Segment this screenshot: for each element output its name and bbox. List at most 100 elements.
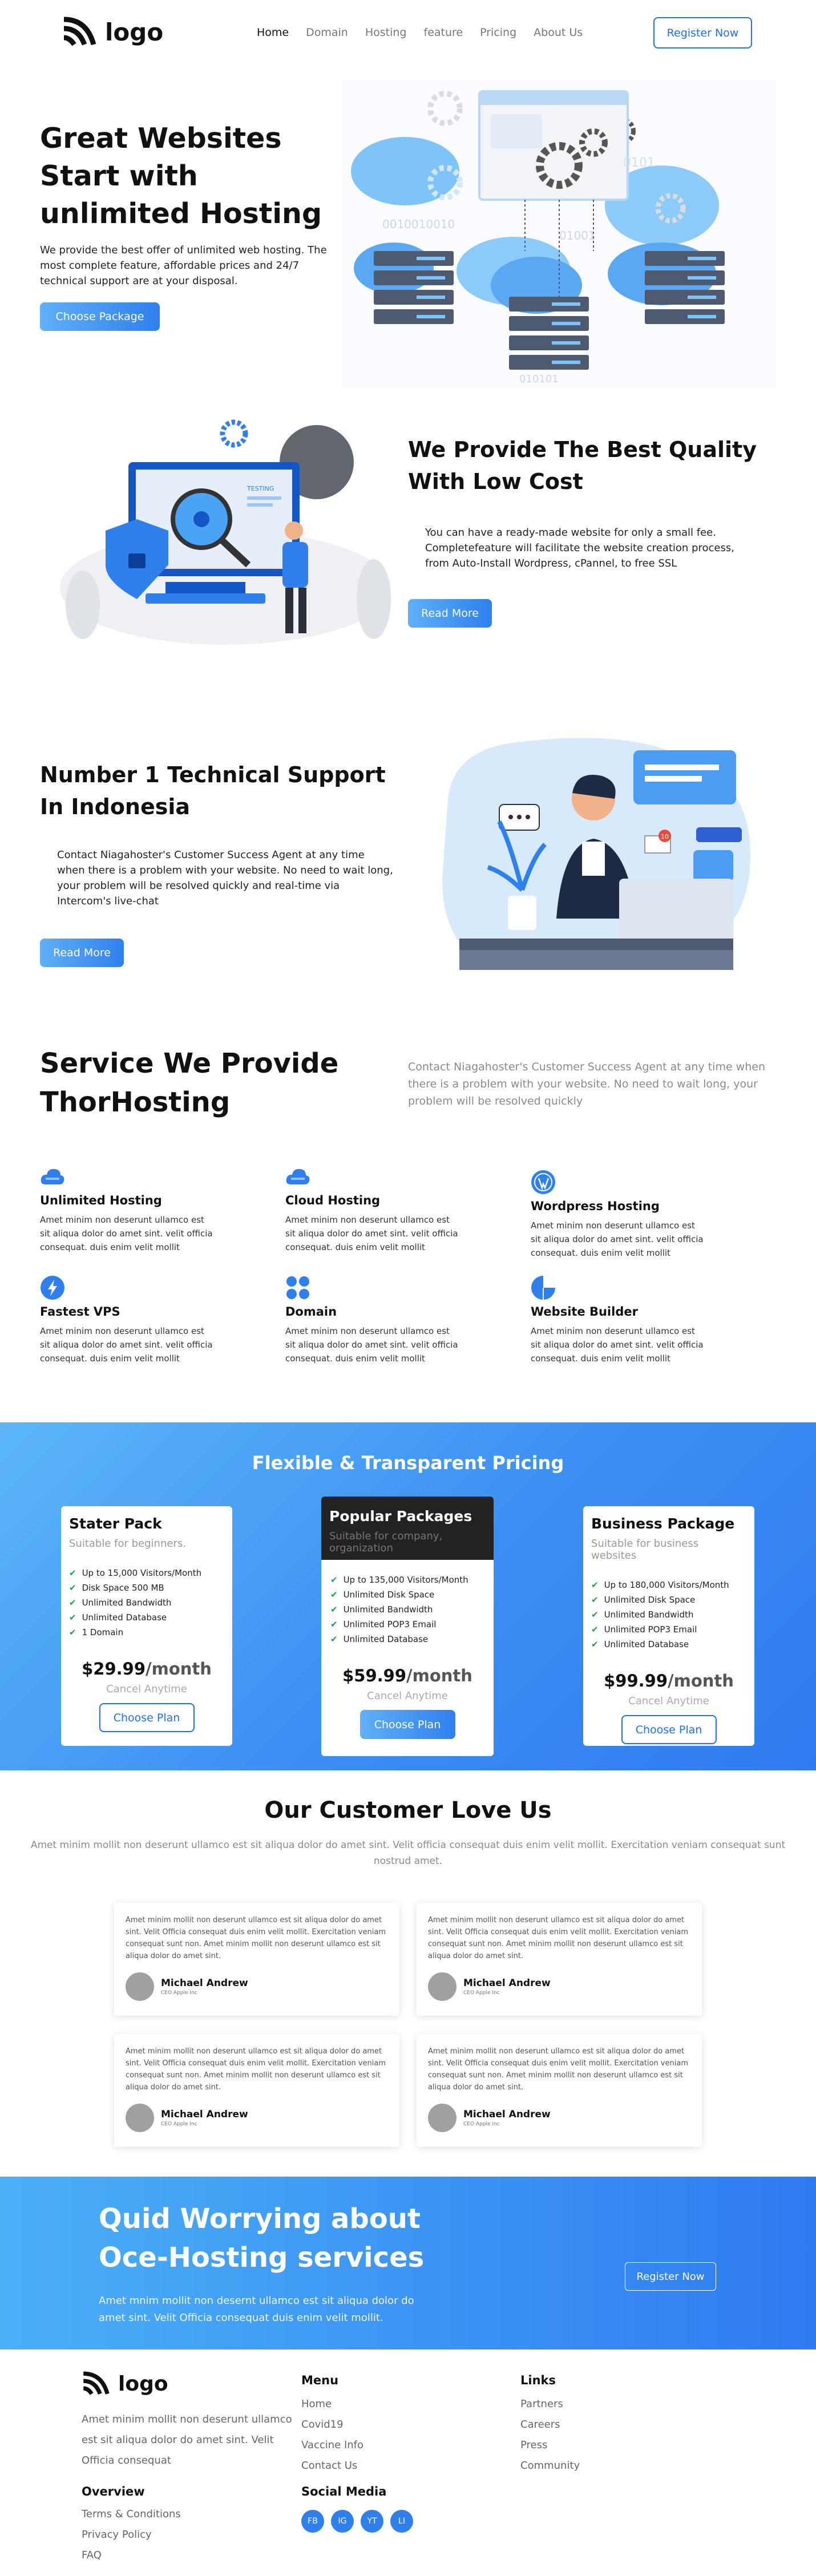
register-button[interactable]: Register Now [653, 17, 752, 48]
binary-text: 010101 [519, 373, 559, 385]
plan-subtitle: Suitable for beginners. [69, 1538, 186, 1550]
user-name: Michael Andrew [463, 2109, 551, 2120]
nav-link-home[interactable]: Home [257, 26, 289, 39]
service-title: Fastest VPS [40, 1305, 120, 1319]
feature-item: ✔ Up to 15,000 Visitors/Month [69, 1566, 224, 1580]
logo-icon [83, 2371, 110, 2395]
pricing-title: Flexible & Transparent Pricing [252, 1452, 564, 1474]
check-icon: ✔ [591, 1610, 599, 1620]
quality-read-more-button[interactable]: Read More [408, 599, 492, 628]
linkedin-icon[interactable]: LI [390, 2510, 413, 2533]
check-icon: ✔ [591, 1639, 599, 1649]
check-icon: ✔ [330, 1634, 338, 1644]
grid-icon [285, 1275, 310, 1300]
user-role: CEO Apple Inc [161, 1990, 197, 1996]
footer-link-covid[interactable]: Covid19 [301, 2415, 363, 2435]
check-icon: ✔ [330, 1575, 338, 1585]
feature-item: ✔ Unlimited Bandwidth [591, 1607, 746, 1622]
footer-social: Social Media FB IG YT LI [301, 2485, 413, 2533]
check-icon: ✔ [69, 1568, 76, 1578]
avatar [126, 2104, 154, 2132]
plan-name: Business Package [591, 1515, 735, 1532]
feature-item: ✔ Unlimited Disk Space [591, 1592, 746, 1607]
check-icon: ✔ [330, 1590, 338, 1600]
feature-item: ✔ Unlimited Bandwidth [330, 1602, 484, 1617]
footer-link-vaccine[interactable]: Vaccine Info [301, 2435, 363, 2456]
page: logo Home Domain Hosting feature Pricing… [0, 0, 816, 2576]
avatar [126, 1972, 154, 2001]
service-card-domain[interactable]: Domain Amet minim non deserunt ullamco e… [285, 1275, 462, 1365]
service-title: Wordpress Hosting [531, 1199, 660, 1213]
footer-logo[interactable]: logo [82, 2371, 298, 2397]
plan-header: Popular Packages Suitable for company, o… [321, 1497, 494, 1560]
footer-link-community[interactable]: Community [520, 2456, 580, 2476]
footer-overview: Overview Terms & Conditions Privacy Poli… [82, 2485, 181, 2566]
plan-cancel-note: Cancel Anytime [106, 1683, 187, 1695]
cta-register-button[interactable]: Register Now [625, 2262, 716, 2291]
instagram-icon[interactable]: IG [331, 2510, 354, 2533]
footer-link-privacy[interactable]: Privacy Policy [82, 2525, 181, 2545]
nav-link-about[interactable]: About Us [534, 26, 583, 39]
binary-text: 0010010010 [382, 217, 455, 231]
nav-links: Home Domain Hosting feature Pricing Abou… [257, 26, 583, 39]
logo-text: logo [105, 18, 164, 46]
plan-subtitle: Suitable for company, organization [329, 1530, 443, 1554]
check-icon: ✔ [69, 1598, 76, 1608]
footer-overview-title: Overview [82, 2485, 145, 2498]
footer-social-title: Social Media [301, 2485, 387, 2498]
nav-link-domain[interactable]: Domain [306, 26, 348, 39]
service-title: Cloud Hosting [285, 1194, 381, 1207]
footer-link-home[interactable]: Home [301, 2394, 363, 2415]
testimonial-text: Amet minim mollit non deserunt ullamco e… [126, 2047, 386, 2092]
service-desc: Amet minim non deserunt ullamco est sit … [531, 1326, 704, 1364]
binary-text: 01001 [559, 229, 596, 242]
testing-illustration: TESTING [60, 419, 391, 645]
feature-item: ✔ Unlimited Database [330, 1632, 484, 1647]
support-read-more-button[interactable]: Read More [40, 939, 124, 967]
youtube-icon[interactable]: YT [361, 2510, 383, 2533]
cloud-icon [285, 1164, 310, 1189]
footer-link-contact[interactable]: Contact Us [301, 2456, 363, 2476]
feature-item: ✔ Unlimited Database [591, 1637, 746, 1652]
lightning-icon [40, 1275, 65, 1300]
service-desc: Amet minim non deserunt ullamco est sit … [285, 1215, 458, 1252]
nav-link-feature[interactable]: feature [424, 26, 463, 39]
footer-link-terms[interactable]: Terms & Conditions [82, 2504, 181, 2525]
service-card-wordpress-hosting[interactable]: Wordpress Hosting Amet minim non deserun… [531, 1170, 708, 1260]
service-card-cloud-hosting[interactable]: Cloud Hosting Amet minim non deserunt ul… [285, 1164, 462, 1254]
plan-card-popular: Popular Packages Suitable for company, o… [321, 1497, 494, 1756]
footer-link-faq[interactable]: FAQ [82, 2545, 181, 2566]
service-card-website-builder[interactable]: Website Builder Amet minim non deserunt … [531, 1275, 708, 1365]
testimonial-user: Michael Andrew CEO Apple Inc [428, 1972, 690, 2001]
choose-package-button[interactable]: Choose Package [40, 302, 160, 331]
cta-title: Quid Worrying about Oce-Hosting services [99, 2203, 425, 2274]
logo[interactable]: logo [62, 16, 163, 48]
footer-link-press[interactable]: Press [520, 2435, 580, 2456]
check-icon: ✔ [69, 1583, 76, 1593]
footer-link-careers[interactable]: Careers [520, 2415, 580, 2435]
choose-plan-button[interactable]: Choose Plan [99, 1703, 195, 1732]
plan-price: $99.99/month [604, 1671, 734, 1691]
plan-features: ✔ Up to 180,000 Visitors/Month ✔ Unlimited… [591, 1578, 746, 1652]
notification-badge: 10 [661, 833, 669, 840]
facebook-icon[interactable]: FB [301, 2510, 324, 2533]
hero-servers-illustration: 0101 0010010010 01001 010101 [342, 80, 776, 388]
nav-link-pricing[interactable]: Pricing [480, 26, 516, 39]
user-name: Michael Andrew [161, 1978, 248, 1989]
nav-link-hosting[interactable]: Hosting [365, 26, 407, 39]
service-card-fastest-vps[interactable]: Fastest VPS Amet minim non deserunt ulla… [40, 1275, 217, 1365]
choose-plan-button[interactable]: Choose Plan [359, 1710, 455, 1739]
top-nav: logo Home Domain Hosting feature Pricing… [0, 0, 816, 66]
testing-label: TESTING [247, 485, 274, 492]
check-icon: ✔ [330, 1619, 338, 1629]
avatar [428, 2104, 457, 2132]
footer-link-partners[interactable]: Partners [520, 2394, 580, 2415]
support-title: Number 1 Technical Support In Indonesia [40, 762, 386, 819]
cta-text: Amet mnim mollit non desernt ullamco est… [99, 2295, 414, 2324]
service-card-unlimited-hosting[interactable]: Unlimited Hosting Amet minim non deserun… [40, 1164, 217, 1254]
choose-plan-button[interactable]: Choose Plan [621, 1715, 717, 1744]
check-icon: ✔ [591, 1580, 599, 1590]
testimonials-subtitle: Amet minim mollit non deserunt ullamco e… [30, 1839, 786, 1867]
pie-icon [531, 1275, 556, 1300]
testimonial-text: Amet minim mollit non deserunt ullamco e… [428, 1916, 688, 1960]
